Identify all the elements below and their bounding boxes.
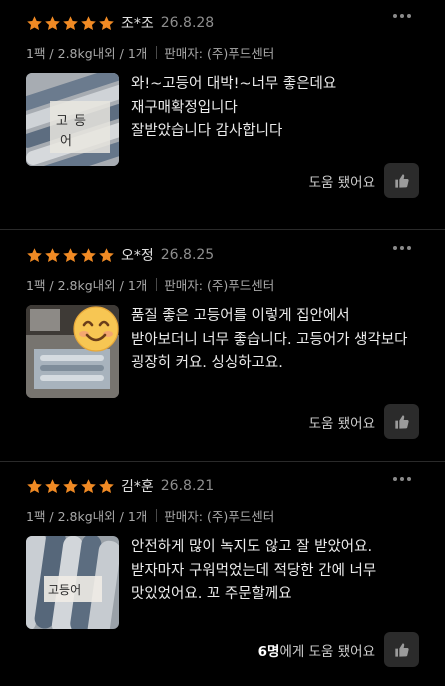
star-icon	[63, 478, 78, 493]
option-text: 1팩 / 2.8kg내외 / 1개	[26, 45, 148, 61]
review-photo[interactable]: 고등어	[26, 536, 119, 629]
helpful-label: 6명에게 도움 됐어요	[257, 643, 375, 660]
review-date: 26.8.25	[160, 247, 215, 263]
star-icon	[81, 478, 96, 493]
svg-text:어: 어	[60, 134, 72, 149]
review-line: 맛있었어요. 꼬 주문할께요	[131, 586, 292, 602]
review-line: 잘받았습니다 감사합니다	[131, 123, 283, 139]
helpful-section: 6명에게 도움 됐어요	[258, 632, 419, 667]
review-author: 조*조	[121, 16, 154, 32]
svg-text:등: 등	[74, 114, 86, 129]
star-rating	[26, 478, 115, 495]
star-icon	[99, 478, 114, 493]
star-icon	[81, 15, 96, 30]
review-text: 와!~고등어 대박!~너무 좋은데요 재구매확정입니다 잘받았습니다 감사합니다	[131, 73, 336, 166]
star-icon	[45, 15, 60, 30]
review-photo[interactable]: 고 등 어	[26, 73, 119, 166]
review-card: 김*훈 26.8.21 1팩 / 2.8kg내외 / 1개 판매자: (주)푸드…	[0, 462, 445, 686]
svg-text:고: 고	[56, 114, 68, 129]
star-icon	[45, 247, 60, 262]
review-body: 고등어 안전하게 많이 녹지도 않고 잘 받았어요. 받자마자 구워먹었는데 적…	[26, 536, 427, 629]
purchase-options: 1팩 / 2.8kg내외 / 1개 판매자: (주)푸드센터	[26, 43, 427, 61]
review-date: 26.8.21	[160, 478, 215, 494]
seller-text: 판매자: (주)푸드센터	[164, 277, 275, 293]
thumbs-up-icon	[394, 642, 409, 657]
star-icon	[63, 247, 78, 262]
review-line: 안전하게 많이 녹지도 않고 잘 받았어요.	[131, 539, 373, 555]
helpful-count: 6명	[257, 643, 280, 660]
more-dots-icon[interactable]	[393, 246, 411, 250]
review-body: 품질 좋은 고등어를 이렇게 집안에서 받아보더니 너무 좋습니다. 고등어가 …	[26, 305, 427, 398]
review-header: 오*정 26.8.25	[26, 244, 427, 266]
seller-text: 판매자: (주)푸드센터	[164, 45, 275, 61]
svg-text:고등어: 고등어	[48, 583, 81, 597]
smiling-face-emoji	[73, 306, 119, 352]
star-icon	[63, 15, 78, 30]
review-text: 품질 좋은 고등어를 이렇게 집안에서 받아보더니 너무 좋습니다. 고등어가 …	[131, 305, 408, 398]
star-icon	[81, 247, 96, 262]
review-line: 와!~고등어 대박!~너무 좋은데요	[131, 76, 337, 92]
helpful-button[interactable]	[384, 404, 419, 439]
star-icon	[27, 478, 42, 493]
review-line: 재구매확정입니다	[131, 99, 238, 116]
purchase-options: 1팩 / 2.8kg내외 / 1개 판매자: (주)푸드센터	[26, 275, 427, 293]
helpful-section: 도움 됐어요	[309, 404, 419, 439]
helpful-section: 도움 됐어요	[309, 163, 419, 198]
option-text: 1팩 / 2.8kg내외 / 1개	[26, 508, 148, 524]
star-rating	[26, 15, 115, 32]
star-icon	[99, 15, 114, 30]
purchase-options: 1팩 / 2.8kg내외 / 1개 판매자: (주)푸드센터	[26, 506, 427, 524]
seller-text: 판매자: (주)푸드센터	[164, 508, 275, 524]
review-date: 26.8.28	[160, 15, 215, 31]
option-text: 1팩 / 2.8kg내외 / 1개	[26, 277, 148, 293]
review-author: 오*정	[121, 248, 154, 264]
star-rating	[26, 247, 115, 264]
review-photo[interactable]	[26, 305, 119, 398]
review-line: 굉장히 커요. 싱싱하고요.	[131, 355, 283, 371]
review-card: 조*조 26.8.28 1팩 / 2.8kg내외 / 1개 판매자: (주)푸드…	[0, 0, 445, 230]
helpful-label: 도움 됐어요	[308, 174, 375, 191]
star-icon	[27, 247, 42, 262]
helpful-label: 도움 됐어요	[308, 415, 375, 432]
review-card: 오*정 26.8.25 1팩 / 2.8kg내외 / 1개 판매자: (주)푸드…	[0, 230, 445, 462]
divider	[156, 45, 158, 59]
review-header: 김*훈 26.8.21	[26, 475, 427, 497]
thumbs-up-icon	[394, 414, 409, 429]
star-icon	[27, 15, 42, 30]
review-text: 안전하게 많이 녹지도 않고 잘 받았어요. 받자마자 구워먹었는데 적당한 간…	[131, 536, 376, 629]
more-dots-icon[interactable]	[393, 14, 411, 18]
helpful-button[interactable]	[384, 632, 419, 667]
divider	[156, 277, 158, 291]
helpful-button[interactable]	[384, 163, 419, 198]
more-dots-icon[interactable]	[393, 477, 411, 481]
star-icon	[45, 478, 60, 493]
star-icon	[99, 247, 114, 262]
review-line: 받아보더니 너무 좋습니다. 고등어가 생각보다	[131, 331, 408, 348]
review-header: 조*조 26.8.28	[26, 12, 427, 34]
review-body: 고 등 어 와!~고등어 대박!~너무 좋은데요 재구매확정입니다 잘받았습니다…	[26, 73, 427, 166]
review-author: 김*훈	[121, 479, 154, 495]
review-line: 받자마자 구워먹었는데 적당한 간에 너무	[131, 562, 377, 579]
review-line: 품질 좋은 고등어를 이렇게 집안에서	[131, 308, 350, 324]
thumbs-up-icon	[394, 173, 409, 188]
divider	[156, 508, 158, 522]
